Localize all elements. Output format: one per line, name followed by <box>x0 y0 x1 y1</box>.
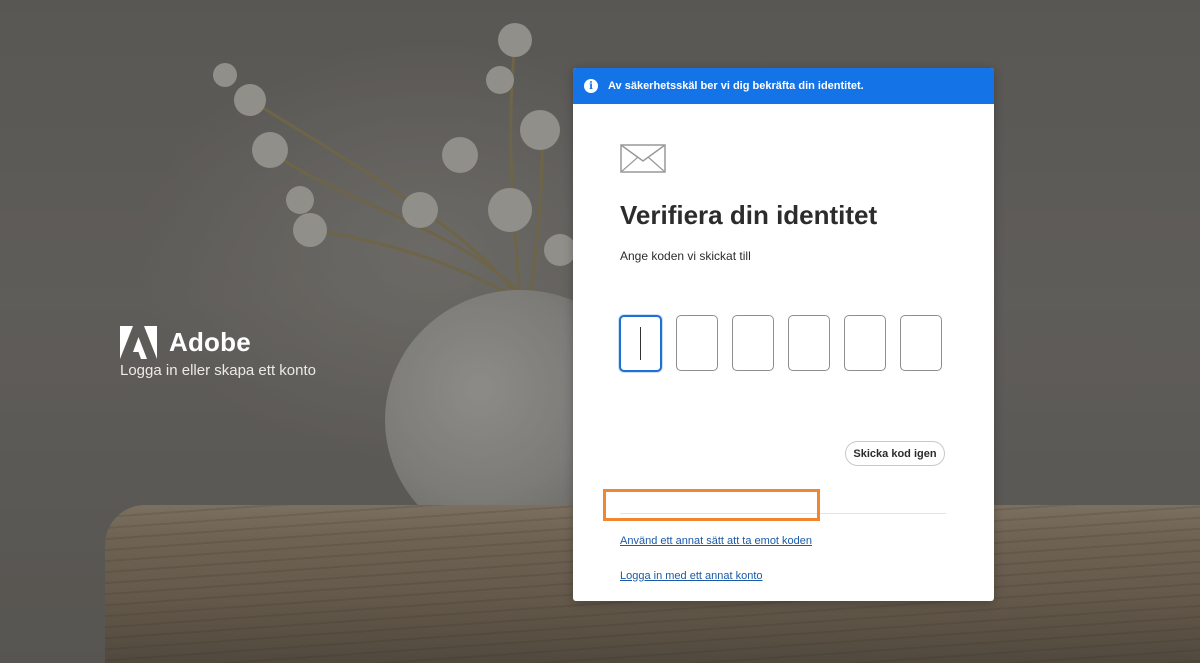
other-account-link[interactable]: Logga in med ett annat konto <box>620 570 763 582</box>
page-title: Verifiera din identitet <box>620 200 878 230</box>
code-digit-2[interactable] <box>676 315 718 371</box>
security-banner-text: Av säkerhetsskäl ber vi dig bekräfta din… <box>608 80 864 92</box>
brand-name: Adobe <box>169 327 251 357</box>
info-icon: i <box>584 79 598 93</box>
brand-tagline: Logga in eller skapa ett konto <box>120 362 316 379</box>
brand-block: Adobe Logga in eller skapa ett konto <box>120 326 316 379</box>
mail-icon <box>620 144 666 173</box>
code-digit-5[interactable] <box>844 315 886 371</box>
text-caret <box>640 327 641 360</box>
code-instruction: Ange koden vi skickat till <box>620 249 751 263</box>
code-digit-3[interactable] <box>732 315 774 371</box>
verify-identity-card: i Av säkerhetsskäl ber vi dig bekräfta d… <box>573 68 994 601</box>
alternate-method-link[interactable]: Använd ett annat sätt att ta emot koden <box>620 535 812 547</box>
adobe-logo-icon <box>120 326 157 359</box>
verification-code-input <box>619 315 942 372</box>
security-banner: i Av säkerhetsskäl ber vi dig bekräfta d… <box>573 68 994 104</box>
code-digit-1[interactable] <box>619 315 662 372</box>
code-digit-6[interactable] <box>900 315 942 371</box>
highlight-box <box>603 489 820 521</box>
resend-code-button[interactable]: Skicka kod igen <box>845 441 945 466</box>
code-digit-4[interactable] <box>788 315 830 371</box>
